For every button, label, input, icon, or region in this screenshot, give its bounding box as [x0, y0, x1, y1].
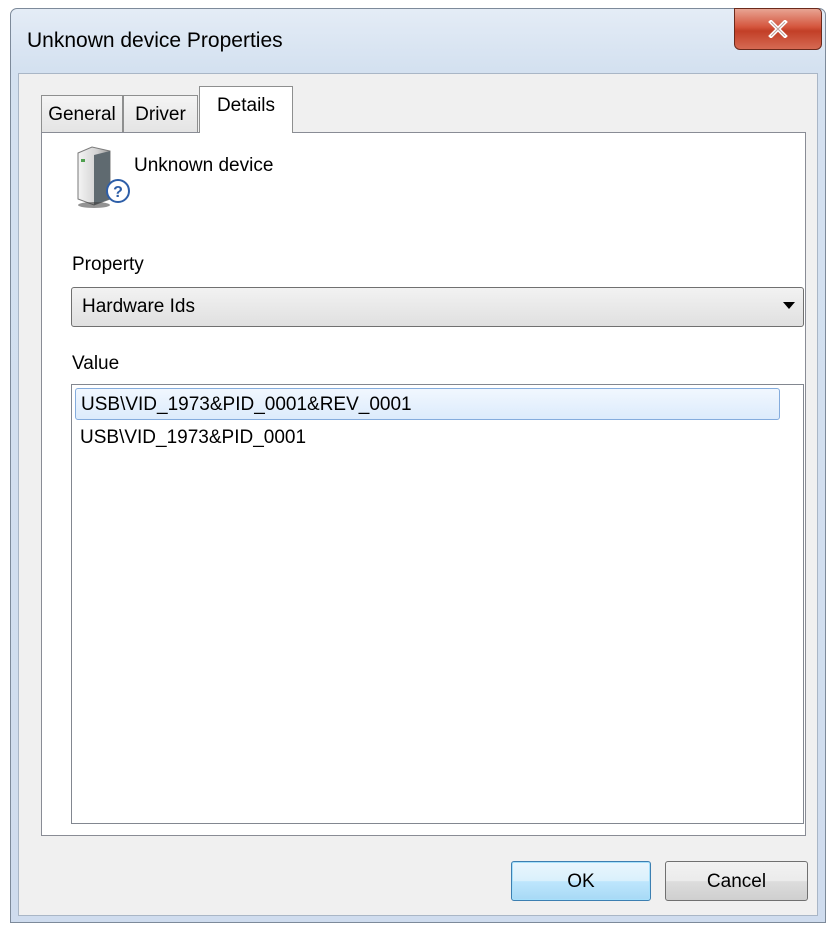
list-item[interactable]: USB\VID_1973&PID_0001: [75, 422, 780, 454]
tab-general[interactable]: General: [41, 95, 123, 132]
device-name: Unknown device: [134, 155, 274, 176]
dialog-body: General Driver Details ? Unknown device …: [18, 73, 818, 916]
svg-text:?: ?: [113, 184, 123, 201]
list-item-text: USB\VID_1973&PID_0001: [80, 427, 307, 448]
tab-details-label: Details: [216, 95, 276, 116]
chevron-down-icon: [783, 302, 795, 309]
property-select[interactable]: Hardware Ids: [71, 287, 804, 327]
list-item-selected[interactable]: USB\VID_1973&PID_0001&REV_0001: [75, 388, 780, 420]
value-label: Value: [72, 353, 120, 374]
cancel-button[interactable]: Cancel: [665, 861, 808, 901]
ok-button[interactable]: OK: [511, 861, 651, 901]
property-label: Property: [72, 254, 144, 275]
value-list[interactable]: USB\VID_1973&PID_0001&REV_0001 USB\VID_1…: [71, 384, 804, 824]
details-panel: ? Unknown device Property Hardware Ids V…: [41, 132, 806, 836]
tab-details[interactable]: Details: [199, 86, 293, 133]
cancel-button-label: Cancel: [706, 871, 767, 892]
close-button[interactable]: [734, 8, 822, 50]
tab-driver-label: Driver: [135, 104, 186, 125]
ok-button-label: OK: [567, 871, 595, 892]
tab-general-label: General: [48, 104, 116, 125]
close-icon: [768, 20, 788, 38]
property-selected-value: Hardware Ids: [82, 296, 195, 317]
tab-driver[interactable]: Driver: [123, 95, 198, 132]
window-title: Unknown device Properties: [27, 29, 283, 52]
list-item-text: USB\VID_1973&PID_0001&REV_0001: [81, 394, 412, 415]
properties-window: Unknown device Properties General Driver…: [10, 8, 826, 923]
unknown-device-icon: ?: [77, 146, 130, 208]
